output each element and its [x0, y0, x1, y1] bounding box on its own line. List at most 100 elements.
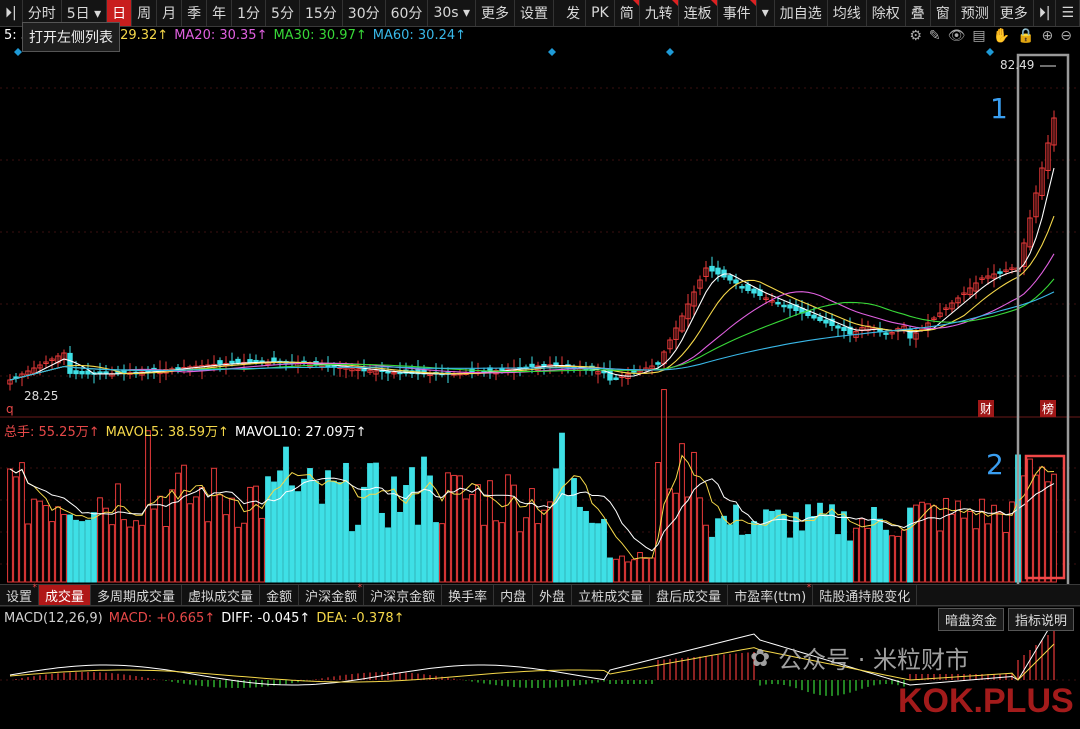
ma10-line [9, 215, 1055, 381]
macd-value: MACD: +0.665↑ [108, 611, 216, 626]
indicator-tab-2[interactable]: 多周期成交量 [91, 585, 183, 605]
volume-bar [733, 504, 739, 583]
volume-bar [475, 484, 481, 583]
wechat-icon: ✿ [750, 643, 771, 672]
volume-bar [787, 537, 793, 583]
candle-body [997, 271, 1003, 274]
volume-bar [121, 519, 127, 583]
candle-body [883, 332, 889, 335]
candle-body [787, 304, 793, 309]
candle-body [817, 316, 823, 321]
ma5-line [9, 167, 1055, 381]
volume-bar [583, 510, 589, 583]
volume-bar [619, 555, 625, 583]
volume-bar [649, 557, 655, 583]
volume-bar [7, 468, 13, 583]
volume-bar [259, 517, 265, 583]
volume-bar [565, 495, 571, 583]
event-diamond-0 [14, 48, 22, 56]
candle-body [607, 368, 613, 381]
volume-bar [1039, 466, 1045, 583]
volume-bar [133, 520, 139, 583]
volume-bar [523, 517, 529, 583]
volume-bar [907, 507, 913, 583]
candle-body [715, 267, 721, 275]
indicator-help-button[interactable]: 指标说明 [1007, 608, 1074, 631]
indicator-tab-12[interactable]: 市盈率(ttm) [728, 583, 814, 605]
volume-bar [751, 521, 757, 583]
mavol10-value: MAVOL10: 27.09万↑ [234, 425, 367, 440]
watermark-logo: KOK.PLUS [898, 682, 1074, 720]
indicator-tab-8[interactable]: 内盘 [494, 585, 534, 605]
volume-bar [859, 518, 865, 583]
volume-bar [223, 514, 229, 583]
indicator-tab-3[interactable]: 虚拟成交量 [182, 585, 261, 605]
low-marker: q [6, 402, 14, 416]
volume-bar [937, 530, 943, 583]
volume-bar [103, 507, 109, 583]
volume-bar [913, 504, 919, 583]
volume-bar [631, 559, 637, 583]
volume-bar [313, 481, 319, 583]
annotation-two: 2 [986, 448, 1004, 481]
volume-bar [337, 482, 343, 583]
indicator-tab-1[interactable]: 成交量 [39, 585, 92, 605]
candle-body [751, 288, 757, 294]
volume-bar [805, 504, 811, 583]
watermark: ✿ 公众号 · 米粒财市 [750, 640, 969, 675]
volume-bar [745, 534, 751, 583]
mavol10-line [9, 468, 1055, 552]
volume-bar [847, 540, 853, 583]
volume-bar [73, 519, 79, 583]
indicator-tab-9[interactable]: 外盘 [533, 585, 573, 605]
high-price-label: 82.49 [1000, 58, 1035, 72]
indicator-tab-13[interactable]: 陆股通持股变化 [813, 585, 918, 605]
volume-bar [409, 467, 415, 583]
candle-body [811, 314, 817, 319]
indicator-tab-0[interactable]: 设置 [0, 583, 40, 605]
volume-bar [361, 486, 367, 583]
volume-bar [517, 531, 523, 583]
volume-bar [793, 512, 799, 583]
candle-body [775, 301, 781, 305]
ranking-tag[interactable]: 榜 [1040, 400, 1057, 417]
mavol5-line [9, 454, 1055, 560]
volume-bar [271, 481, 277, 583]
volume-bar [229, 497, 235, 583]
indicator-tab-4[interactable]: 金额 [260, 585, 300, 605]
volume-bar [55, 506, 61, 583]
indicator-tab-7[interactable]: 换手率 [442, 585, 495, 605]
volume-bar [949, 513, 955, 583]
event-diamond-3 [986, 48, 994, 56]
volume-bar [367, 463, 373, 583]
candle-body [73, 370, 79, 375]
volume-bar [781, 513, 787, 583]
indicator-tab-10[interactable]: 立桩成交量 [572, 585, 651, 605]
volume-bar [157, 495, 163, 583]
volume-bar [25, 523, 31, 583]
finance-tag[interactable]: 财 [978, 400, 995, 417]
candle-body [709, 265, 715, 272]
event-diamond-1 [548, 48, 556, 56]
indicator-tab-5[interactable]: 沪深金额 [299, 583, 365, 605]
volume-bar [1003, 532, 1009, 583]
volume-bar [973, 528, 979, 583]
volume-bar [895, 535, 901, 583]
volume-bar [739, 534, 745, 583]
volume-bar [19, 462, 25, 583]
candle-body [655, 362, 661, 365]
volume-bar [301, 478, 307, 583]
volume-bar [205, 521, 211, 583]
volume-bar [535, 523, 541, 583]
indicator-tab-11[interactable]: 盘后成交量 [650, 585, 729, 605]
candle-body [739, 286, 745, 289]
candle-body [271, 357, 277, 363]
volume-bar [775, 509, 781, 583]
volume-bar [307, 468, 313, 583]
volume-bar [193, 496, 199, 583]
total-volume: 总手: 55.25万↑ [4, 425, 100, 440]
volume-bar [727, 524, 733, 583]
candle-body [247, 359, 253, 363]
dark-pool-funds-button[interactable]: 暗盘资金 [937, 608, 1004, 631]
indicator-tab-6[interactable]: 沪深京金额 [364, 585, 443, 605]
